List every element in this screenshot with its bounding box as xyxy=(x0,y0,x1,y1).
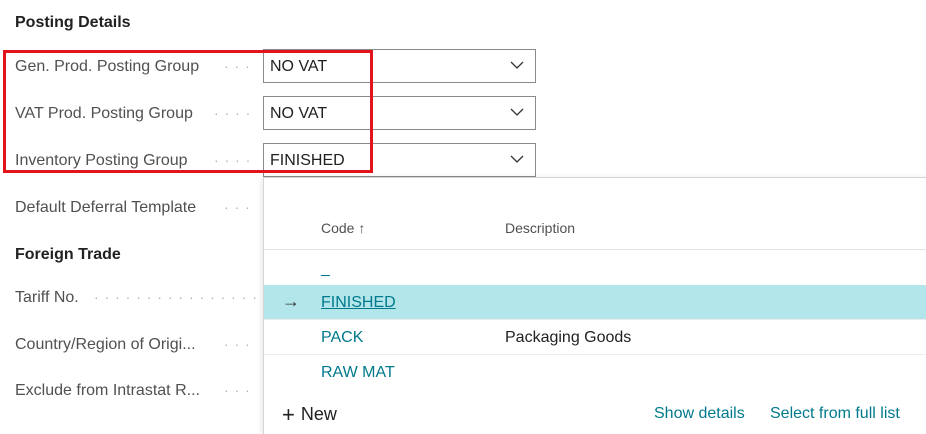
field-label-exclude-from-intrastat: Exclude from Intrastat R... xyxy=(15,382,200,399)
lookup-dropdown: Code ↑ Description _ → FINISHED PACK Pac… xyxy=(263,177,926,434)
chevron-down-icon xyxy=(510,155,524,163)
show-details-link[interactable]: Show details xyxy=(654,405,745,423)
column-header-description[interactable]: Description xyxy=(505,220,575,236)
row-code: RAW MAT xyxy=(321,364,395,381)
list-row[interactable]: PACK Packaging Goods xyxy=(264,320,926,354)
row-code[interactable]: FINISHED xyxy=(321,294,396,312)
field-label-country-region-of-origin: Country/Region of Origi... xyxy=(15,336,196,353)
field-label-default-deferral-template: Default Deferral Template xyxy=(15,199,197,216)
chevron-down-icon xyxy=(510,61,524,69)
highlight-box xyxy=(3,50,373,173)
new-label: New xyxy=(300,404,337,424)
sort-ascending-icon: ↑ xyxy=(358,220,366,236)
section-title-foreign-trade: Foreign Trade xyxy=(15,246,121,263)
field-label-tariff-no: Tariff No. xyxy=(15,289,79,306)
plus-icon: + xyxy=(282,402,295,427)
row-code: _ xyxy=(321,260,330,277)
column-header-code[interactable]: Code ↑ xyxy=(321,220,365,236)
leader-dots: · · · · · · · · · · · · · · · · · xyxy=(94,289,269,305)
section-title-posting-details: Posting Details xyxy=(15,14,131,31)
row-description: Packaging Goods xyxy=(505,329,632,346)
list-row-selected[interactable]: → FINISHED xyxy=(264,285,926,319)
leader-dots: · · · xyxy=(224,336,251,352)
chevron-down-icon xyxy=(510,108,524,116)
arrow-right-icon: → xyxy=(282,291,300,311)
divider xyxy=(264,249,926,250)
list-row[interactable]: _ xyxy=(264,251,926,285)
select-from-full-list-link[interactable]: Select from full list xyxy=(770,405,900,423)
new-button[interactable]: + New xyxy=(282,402,337,428)
leader-dots: · · · xyxy=(224,199,251,215)
leader-dots: · · · xyxy=(224,382,251,398)
row-code: PACK xyxy=(321,329,364,346)
list-row[interactable]: RAW MAT xyxy=(264,355,926,389)
